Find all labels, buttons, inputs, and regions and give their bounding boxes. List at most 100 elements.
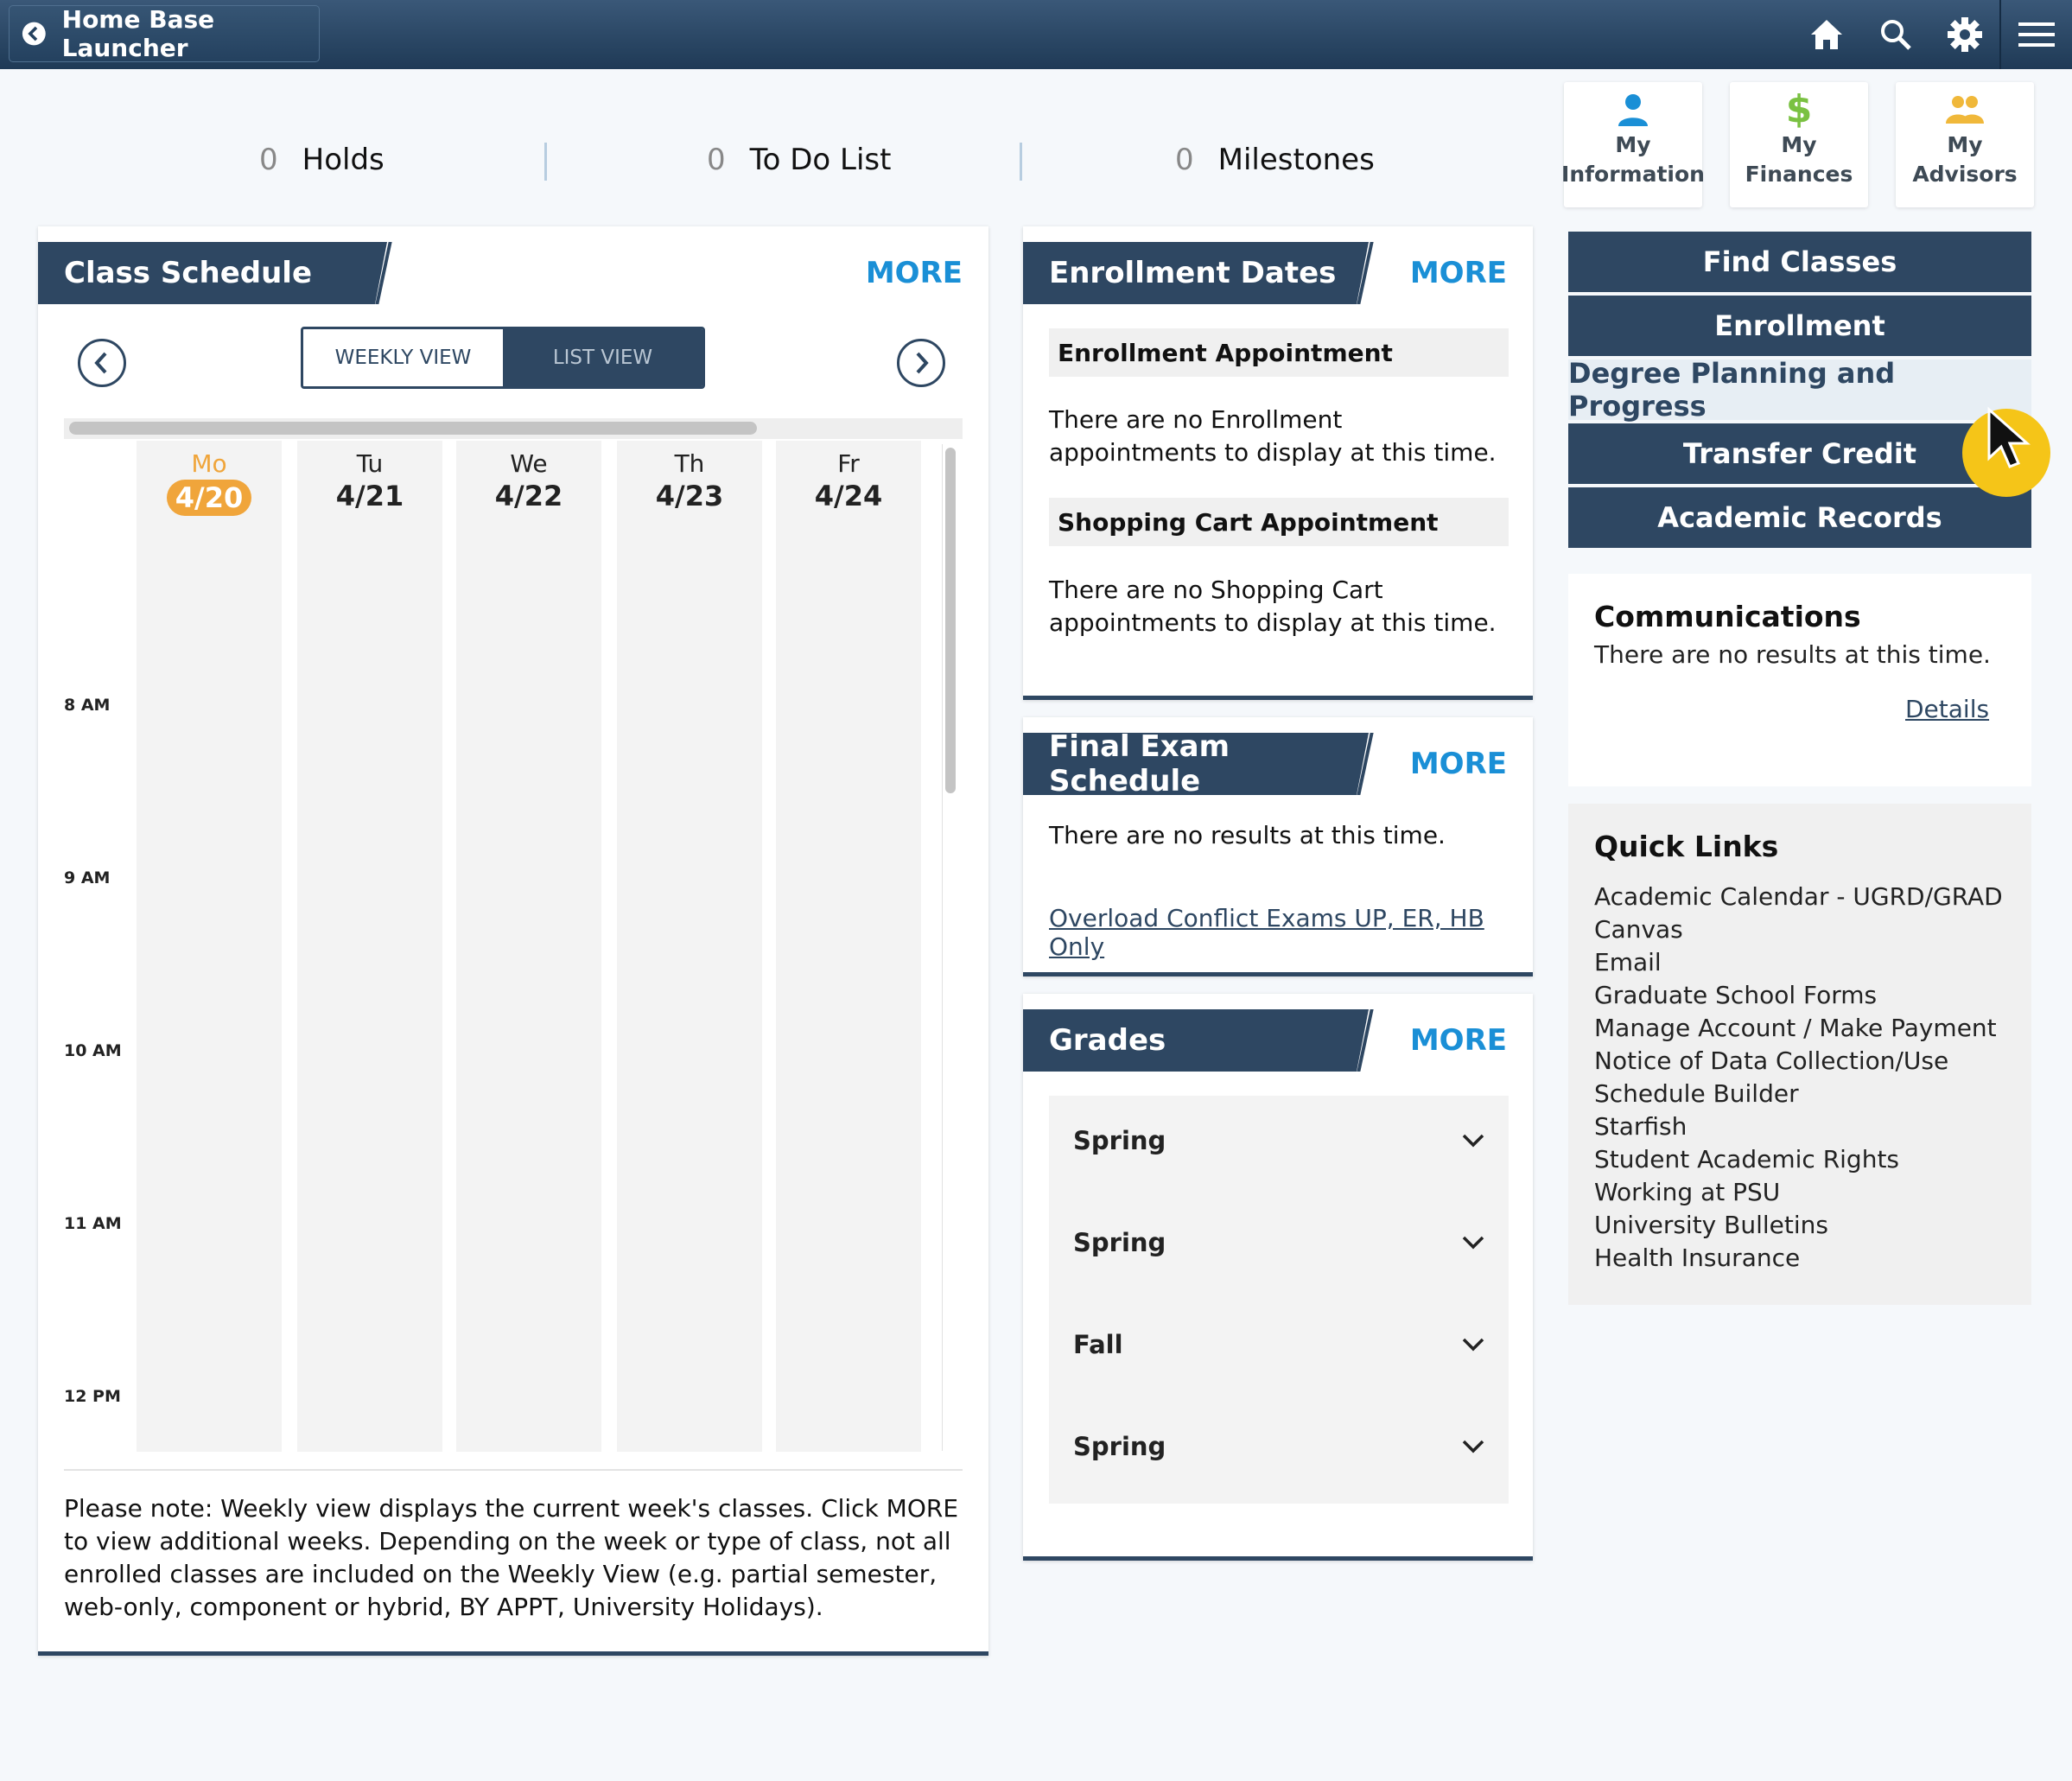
quick-link[interactable]: Academic Calendar - UGRD/GRAD	[1594, 881, 2005, 913]
chevron-left-icon	[94, 352, 107, 374]
home-icon[interactable]	[1792, 0, 1861, 69]
grades-term-row[interactable]: Spring	[1073, 1421, 1484, 1473]
class-schedule-title: Class Schedule	[38, 242, 387, 304]
mouse-pointer-icon	[1987, 406, 2031, 468]
academic-records-button[interactable]: Academic Records	[1568, 487, 2031, 548]
final-exam-title: Final Exam Schedule	[1023, 733, 1369, 795]
quick-link[interactable]: Notice of Data Collection/Use	[1594, 1045, 2005, 1078]
counter-divider	[1020, 143, 1022, 181]
term-name: Spring	[1073, 1228, 1166, 1257]
quick-link[interactable]: Health Insurance	[1594, 1242, 2005, 1275]
day-column-tuesday: Tu 4/21	[297, 441, 442, 1452]
day-name: Fr	[837, 449, 860, 478]
quick-links-title: Quick Links	[1594, 830, 1779, 863]
quick-link[interactable]: Canvas	[1594, 913, 2005, 946]
shopping-cart-appointment-heading: Shopping Cart Appointment	[1049, 498, 1509, 546]
final-exam-text: There are no results at this time.	[1049, 821, 1446, 849]
time-label: 12 PM	[64, 1387, 121, 1406]
term-name: Spring	[1073, 1432, 1166, 1461]
tile-label-line2: Advisors	[1912, 162, 2018, 187]
grades-term-row[interactable]: Spring	[1073, 1115, 1484, 1167]
enrollment-appointment-text: There are no Enrollment appointments to …	[1049, 405, 1497, 467]
day-date: 4/22	[494, 480, 563, 512]
previous-week-button[interactable]	[78, 339, 126, 387]
term-name: Spring	[1073, 1126, 1166, 1155]
day-name: Mo	[191, 449, 227, 478]
day-date: 4/24	[814, 480, 883, 512]
quick-link[interactable]: Schedule Builder	[1594, 1078, 2005, 1110]
milestones-count: 0	[1175, 143, 1194, 177]
communications-text: There are no results at this time.	[1594, 640, 1991, 669]
enrollment-dates-panel: Enrollment Dates MORE Enrollment Appoint…	[1023, 226, 1533, 700]
find-classes-button[interactable]: Find Classes	[1568, 232, 2031, 292]
grades-term-row[interactable]: Fall	[1073, 1319, 1484, 1371]
my-advisors-tile[interactable]: My Advisors	[1896, 82, 2034, 207]
chevron-right-icon	[916, 352, 929, 374]
enrollment-dates-title: Enrollment Dates	[1023, 242, 1369, 304]
chevron-down-icon	[1462, 1440, 1484, 1453]
holds-label: Holds	[302, 143, 385, 177]
enrollment-button[interactable]: Enrollment	[1568, 296, 2031, 356]
day-name: Tu	[356, 449, 384, 478]
chevron-left-icon	[22, 22, 46, 46]
time-label: 9 AM	[64, 868, 111, 887]
quick-links-card: Quick Links Academic Calendar - UGRD/GRA…	[1568, 804, 2031, 1305]
day-column-wednesday: We 4/22	[456, 441, 601, 1452]
quick-link[interactable]: Student Academic Rights	[1594, 1143, 2005, 1176]
my-information-tile[interactable]: My Information	[1561, 82, 1705, 207]
vertical-scrollbar-thumb[interactable]	[945, 448, 956, 793]
grades-term-row[interactable]: Spring	[1073, 1217, 1484, 1269]
quick-link[interactable]: University Bulletins	[1594, 1209, 2005, 1242]
tile-label-line1: My	[1947, 132, 1983, 157]
milestones-counter[interactable]: 0 Milestones	[1175, 143, 1375, 177]
horizontal-scrollbar-thumb[interactable]	[69, 422, 757, 435]
final-exam-more-link[interactable]: MORE	[1410, 747, 1507, 781]
term-name: Fall	[1073, 1330, 1123, 1359]
communications-card: Communications There are no results at t…	[1568, 574, 2031, 786]
chevron-down-icon	[1462, 1236, 1484, 1250]
class-schedule-panel: Class Schedule MORE WEEKLY VIEW LIST VIE…	[38, 226, 988, 1656]
weekly-view-note: Please note: Weekly view displays the cu…	[64, 1494, 959, 1621]
home-base-launcher-button[interactable]: Home Base Launcher	[9, 5, 320, 62]
overload-conflict-exams-link[interactable]: Overload Conflict Exams UP, ER, HB Only	[1049, 904, 1533, 961]
hamburger-menu-icon[interactable]	[1999, 0, 2072, 69]
people-icon	[1945, 89, 1985, 130]
weekly-view-tab[interactable]: WEEKLY VIEW	[303, 329, 503, 386]
quick-link[interactable]: Graduate School Forms	[1594, 979, 2005, 1012]
communications-title: Communications	[1594, 600, 1861, 633]
chevron-down-icon	[1462, 1338, 1484, 1352]
gear-icon[interactable]	[1930, 0, 1999, 69]
todo-label: To Do List	[749, 143, 892, 177]
tile-label-line2: Information	[1561, 162, 1705, 187]
final-exam-schedule-panel: Final Exam Schedule MORE There are no re…	[1023, 717, 1533, 976]
enrollment-appointment-heading: Enrollment Appointment	[1049, 328, 1509, 377]
day-name: Th	[674, 449, 705, 478]
enrollment-dates-more-link[interactable]: MORE	[1410, 256, 1507, 290]
shopping-cart-appointment-text: There are no Shopping Cart appointments …	[1049, 576, 1497, 637]
degree-planning-button[interactable]: Degree Planning and Progress	[1568, 357, 2031, 423]
todo-counter[interactable]: 0 To Do List	[707, 143, 891, 177]
list-view-tab[interactable]: LIST VIEW	[503, 329, 702, 386]
todo-count: 0	[707, 143, 726, 177]
my-finances-tile[interactable]: $ My Finances	[1730, 82, 1868, 207]
schedule-view-toggle: WEEKLY VIEW LIST VIEW	[301, 327, 705, 389]
quick-link[interactable]: Manage Account / Make Payment	[1594, 1012, 2005, 1045]
communications-details-link[interactable]: Details	[1905, 695, 1989, 723]
search-icon[interactable]	[1861, 0, 1930, 69]
chevron-down-icon	[1462, 1134, 1484, 1148]
quick-link[interactable]: Working at PSU	[1594, 1176, 2005, 1209]
class-schedule-more-link[interactable]: MORE	[866, 256, 963, 290]
quick-link[interactable]: Email	[1594, 946, 2005, 979]
quick-link[interactable]: Starfish	[1594, 1110, 2005, 1143]
day-column-monday: Mo 4/20	[137, 441, 282, 1452]
tile-label-line2: Finances	[1745, 162, 1853, 187]
grades-more-link[interactable]: MORE	[1410, 1023, 1507, 1058]
holds-counter[interactable]: 0 Holds	[259, 143, 385, 177]
time-label: 11 AM	[64, 1214, 122, 1233]
time-label: 10 AM	[64, 1041, 122, 1060]
tile-label-line1: My	[1781, 132, 1817, 157]
grades-term-list: Spring Spring Fall Spring	[1049, 1096, 1509, 1504]
next-week-button[interactable]	[897, 339, 945, 387]
holds-count: 0	[259, 143, 278, 177]
counter-divider	[544, 143, 547, 181]
